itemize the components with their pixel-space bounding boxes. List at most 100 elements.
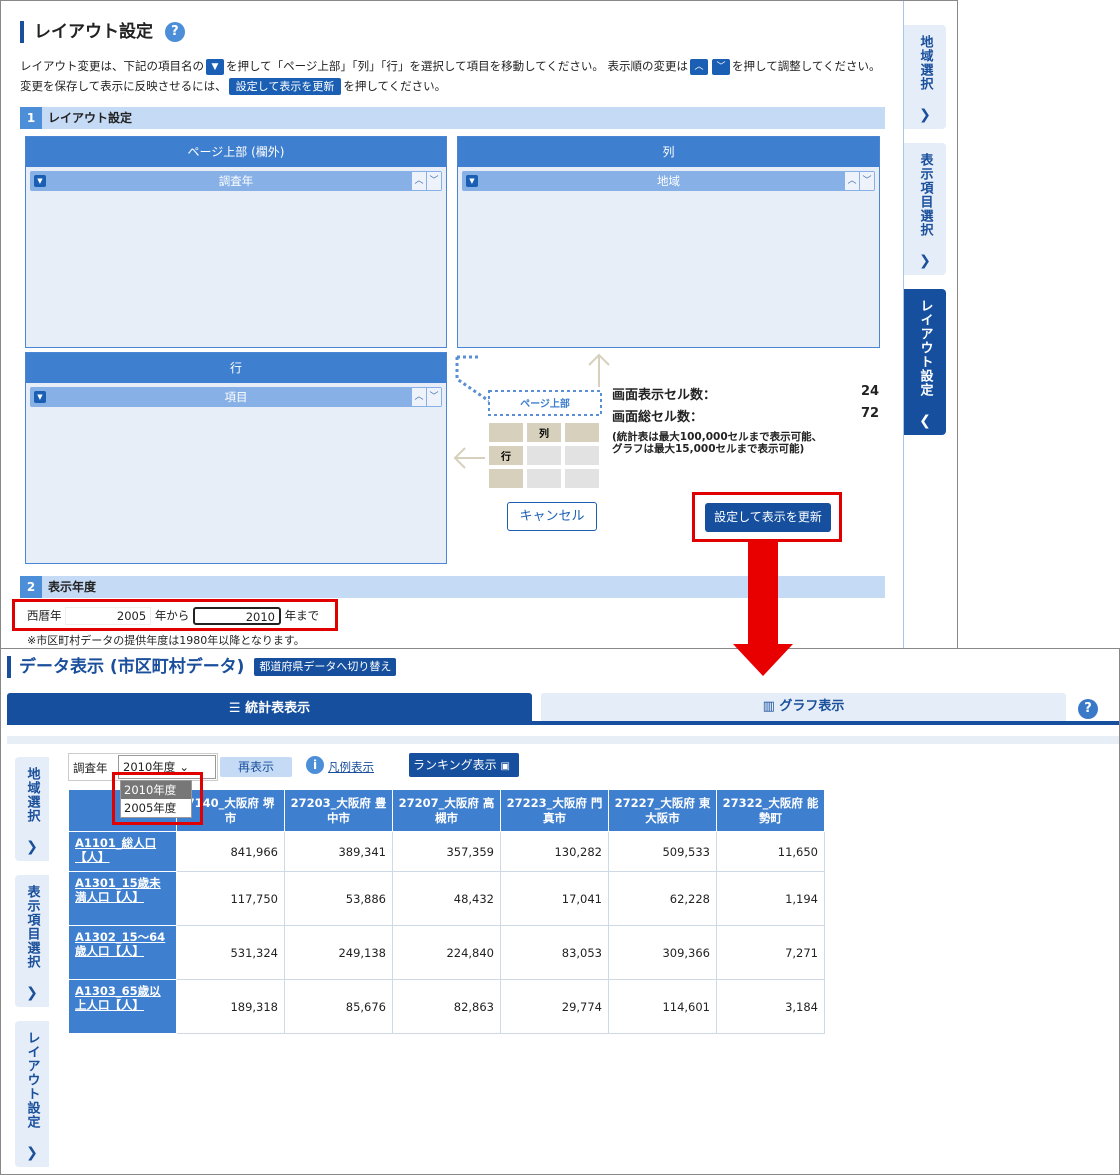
help-icon[interactable]: ? [164, 22, 185, 42]
diagram-page-top-text: ページ上部 [520, 397, 570, 410]
tab-graph[interactable]: ▥ グラフ表示 [541, 693, 1066, 721]
tab-item-select[interactable]: 表示項目選択 ❯ [15, 875, 49, 1007]
down-icon[interactable]: ﹀ [427, 172, 441, 190]
switch-prefecture-button[interactable]: 都道府県データへ切り替え [254, 658, 397, 676]
table-row: A1303_65歳以上人口【人】 189,318 85,676 82,863 2… [68, 979, 825, 1034]
down-icon[interactable]: ﹀ [860, 172, 874, 190]
table-row: A1101_総人口【人】 841,966 389,341 357,359 130… [68, 831, 825, 872]
note-line: (統計表は最大100,000セルまで表示可能、 [612, 431, 823, 443]
table-cell: 48,432 [392, 871, 501, 926]
layout-item-chip[interactable]: ▼ 項目 ︿ ﹀ [30, 387, 442, 407]
dropdown-icon[interactable]: ▼ [466, 175, 478, 187]
table-row: A1302_15～64歳人口【人】 531,324 249,138 224,84… [68, 925, 825, 980]
update-inline-label: 設定して表示を更新 [228, 78, 342, 95]
diagram-cell [489, 469, 523, 488]
description-line-1: レイアウト変更は、下記の項目名の ▼ を押して「ページ上部」「列」「行」を選択して項… [20, 57, 881, 75]
down-icon[interactable]: ﹀ [427, 388, 441, 406]
data-title-text: データ表示 (市区町村データ) [19, 657, 245, 677]
layout-item-chip[interactable]: ▼ 地域 ︿ ﹀ [462, 171, 875, 191]
bar-chart-icon: ▥ [762, 699, 775, 714]
tab-layout-settings[interactable]: レイアウト設定 ❯ [15, 1021, 49, 1167]
row-header[interactable]: A1303_65歳以上人口【人】 [68, 979, 177, 1034]
diagram-cell [489, 423, 523, 442]
side-tabs: 地域選択 ❯ 表示項目選択 ❯ レイアウト設定 ❮ [903, 1, 957, 649]
desc-text: を押して調整してください。 [732, 59, 881, 73]
stats-table: 7140_大阪府 堺市 27203_大阪府 豊中市 27207_大阪府 高槻市 … [68, 789, 825, 1034]
column-header[interactable]: 27223_大阪府 門真市 [500, 789, 609, 832]
layout-item-chip[interactable]: ▼ 調査年 ︿ ﹀ [30, 171, 442, 191]
column-box: 列 ▼ 地域 ︿ ﹀ [457, 136, 880, 348]
note-line: グラフは最大15,000セルまで表示可能) [612, 443, 805, 455]
tab-label: グラフ表示 [779, 699, 845, 714]
tab-layout-settings[interactable]: レイアウト設定 ❮ [904, 289, 946, 435]
tab-item-select[interactable]: 表示項目選択 ❯ [904, 143, 946, 275]
item-label: 地域 [657, 174, 680, 188]
row-header[interactable]: A1301_15歳未満人口【人】 [68, 871, 177, 926]
page-top-header: ページ上部 (欄外) [26, 137, 446, 167]
chevron-right-icon: ❯ [26, 985, 38, 1001]
tab-label: レイアウト設定 [24, 1031, 40, 1129]
table-cell: 309,366 [608, 925, 717, 980]
ranking-button[interactable]: ランキング表示 ▣ [409, 753, 519, 777]
table-cell: 11,650 [716, 831, 825, 872]
section-label: レイアウト設定 [48, 111, 133, 125]
column-header: 列 [458, 137, 879, 167]
section-1-header: 1 レイアウト設定 [20, 107, 885, 129]
table-cell: 117,750 [176, 871, 285, 926]
dropdown-icon: ▼ [206, 58, 224, 75]
highlight-year-range [12, 599, 338, 631]
row-header[interactable]: A1101_総人口【人】 [68, 831, 177, 872]
tab-label: 地域選択 [24, 767, 40, 823]
help-icon[interactable]: ? [1078, 699, 1098, 719]
tab-region-select[interactable]: 地域選択 ❯ [15, 757, 49, 861]
legend-link[interactable]: 凡例表示 [328, 759, 374, 775]
layout-title-text: レイアウト設定 [34, 22, 153, 42]
divider-band [7, 736, 1119, 744]
tab-region-select[interactable]: 地域選択 ❯ [904, 25, 946, 129]
up-icon: ︿ [690, 58, 709, 75]
redisplay-button[interactable]: 再表示 [220, 757, 292, 777]
table-cell: 85,676 [284, 979, 393, 1034]
desc-text: レイアウト変更は、下記の項目名の [20, 59, 204, 73]
ranking-label: ランキング表示 [413, 758, 497, 772]
diagram-row-text: 行 [500, 450, 511, 463]
year-note: ※市区町村データの提供年度は1980年以降となります。 [27, 634, 305, 647]
table-cell: 3,184 [716, 979, 825, 1034]
up-icon[interactable]: ︿ [845, 172, 859, 190]
dropdown-icon[interactable]: ▼ [34, 175, 46, 187]
dropdown-icon[interactable]: ▼ [34, 391, 46, 403]
diagram-cell [565, 469, 599, 488]
chevron-left-icon: ❮ [919, 413, 931, 429]
layout-settings-panel: レイアウト設定 ? レイアウト変更は、下記の項目名の ▼ を押して「ページ上部」「列… [0, 0, 958, 650]
table-cell: 531,324 [176, 925, 285, 980]
info-icon: i [306, 756, 324, 774]
diagram-cell [565, 446, 599, 465]
chevron-right-icon: ❯ [919, 253, 931, 269]
table-cell: 62,228 [608, 871, 717, 926]
cells-display-label: 画面表示セル数： [612, 388, 717, 403]
row-header[interactable]: A1302_15～64歳人口【人】 [68, 925, 177, 980]
up-icon[interactable]: ︿ [412, 388, 426, 406]
diagram-col-text: 列 [539, 427, 549, 440]
tab-label: 地域選択 [917, 35, 933, 91]
layout-title: レイアウト設定 ? [20, 21, 185, 43]
table-cell: 189,318 [176, 979, 285, 1034]
cancel-button[interactable]: キャンセル [507, 502, 597, 531]
up-icon[interactable]: ︿ [412, 172, 426, 190]
section-number: 1 [20, 107, 42, 129]
table-cell: 224,840 [392, 925, 501, 980]
column-header[interactable]: 27227_大阪府 東大阪市 [608, 789, 717, 832]
layout-diagram: ページ上部 列 行 [453, 353, 610, 488]
item-label: 調査年 [218, 174, 254, 188]
data-display-panel: データ表示 (市区町村データ) 都道府県データへ切り替え ☰ 統計表表示 ▥ グ… [0, 648, 1120, 1175]
column-header[interactable]: 27203_大阪府 豊中市 [284, 789, 393, 832]
table-cell: 114,601 [608, 979, 717, 1034]
column-header[interactable]: 27322_大阪府 能勢町 [716, 789, 825, 832]
table-cell: 249,138 [284, 925, 393, 980]
highlight-year-dropdown [112, 772, 203, 825]
table-cell: 29,774 [500, 979, 609, 1034]
cells-total-label: 画面総セル数： [612, 410, 704, 425]
down-icon: ﹀ [712, 58, 731, 75]
column-header[interactable]: 27207_大阪府 高槻市 [392, 789, 501, 832]
table-cell: 357,359 [392, 831, 501, 872]
